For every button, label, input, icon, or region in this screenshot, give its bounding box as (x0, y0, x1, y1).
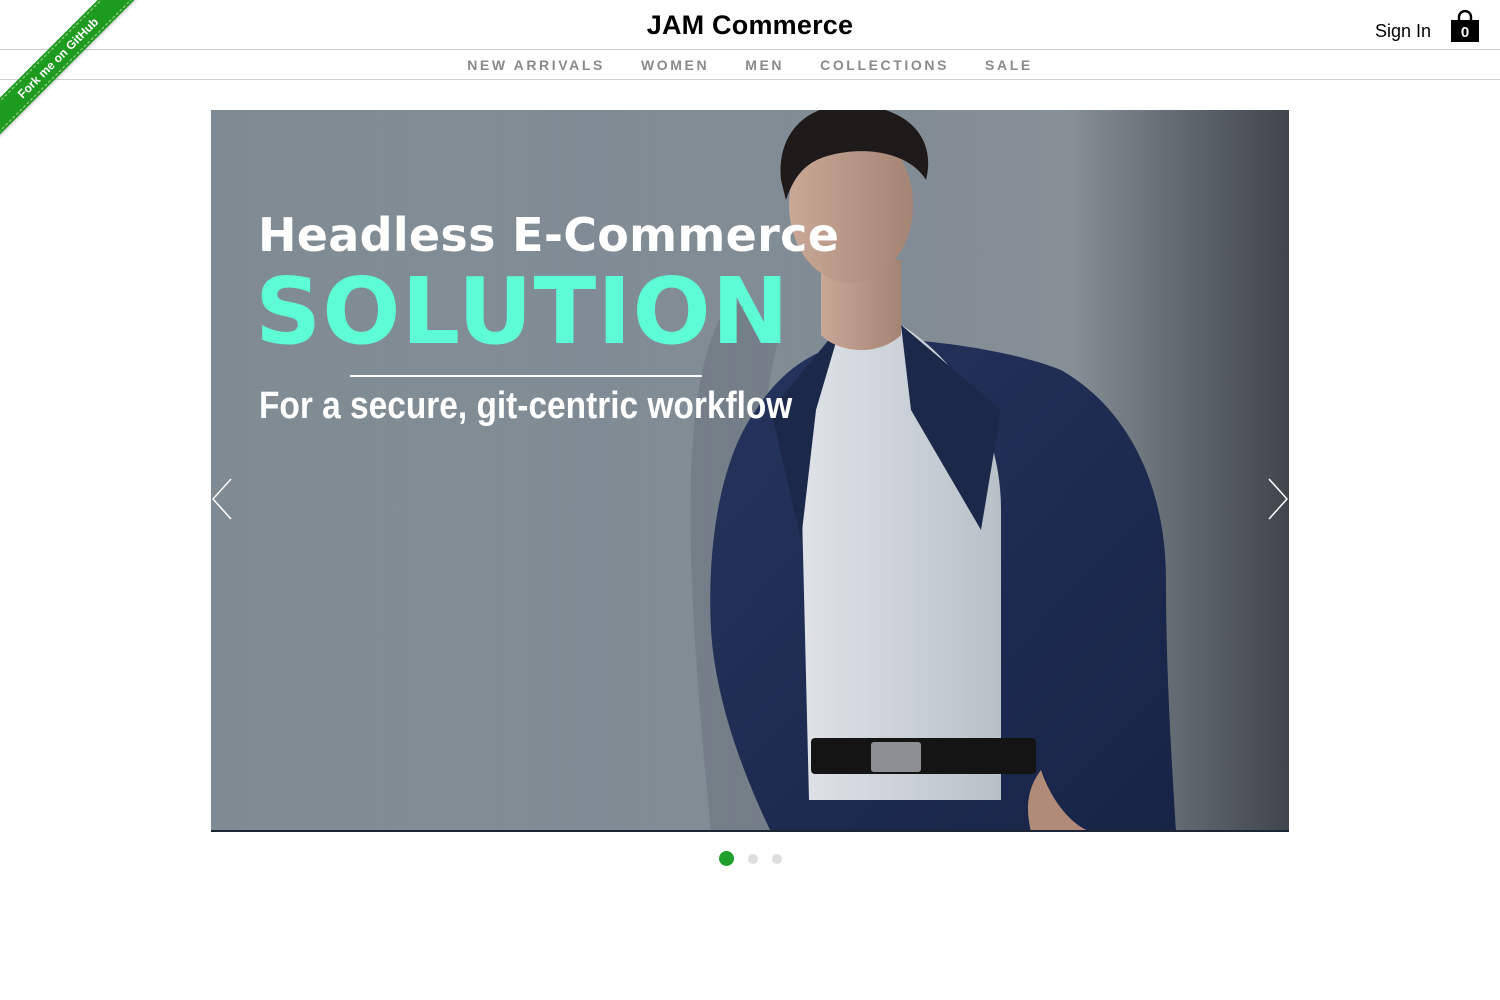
sign-in-link[interactable]: Sign In (1375, 21, 1431, 42)
nav-item-collections[interactable]: COLLECTIONS (820, 50, 949, 80)
site-header: JAM Commerce Sign In 0 (0, 0, 1500, 50)
brand-logo[interactable]: JAM Commerce (0, 10, 1500, 41)
slider-dot-2[interactable] (747, 853, 758, 864)
cart-count-badge: 0 (1460, 24, 1470, 41)
slider-prev-button[interactable] (211, 477, 233, 521)
hero-slider: Headless E-Commerce SOLUTION For a secur… (211, 110, 1289, 832)
nav-item-new-arrivals[interactable]: NEW ARRIVALS (467, 50, 605, 80)
chevron-left-icon (211, 478, 232, 520)
cart-button[interactable]: 0 (1450, 9, 1480, 42)
github-ribbon-container: Fork me on GitHub (0, 0, 150, 150)
nav-item-women[interactable]: WOMEN (641, 50, 709, 80)
slider-pagination (0, 851, 1500, 866)
hero-subtitle: For a secure, git-centric workflow (259, 385, 793, 427)
hero-divider (350, 375, 702, 377)
slider-dot-3[interactable] (771, 853, 782, 864)
nav-item-men[interactable]: MEN (745, 50, 784, 80)
main-nav: NEW ARRIVALS WOMEN MEN COLLECTIONS SALE (0, 50, 1500, 80)
chevron-right-icon (1268, 478, 1289, 520)
hero-headline: Headless E-Commerce (258, 208, 840, 262)
fork-on-github-ribbon[interactable]: Fork me on GitHub (0, 0, 144, 144)
slider-dot-1[interactable] (718, 851, 734, 866)
slider-next-button[interactable] (1267, 477, 1289, 521)
nav-item-sale[interactable]: SALE (985, 50, 1033, 80)
hero-highlight: SOLUTION (255, 258, 790, 365)
